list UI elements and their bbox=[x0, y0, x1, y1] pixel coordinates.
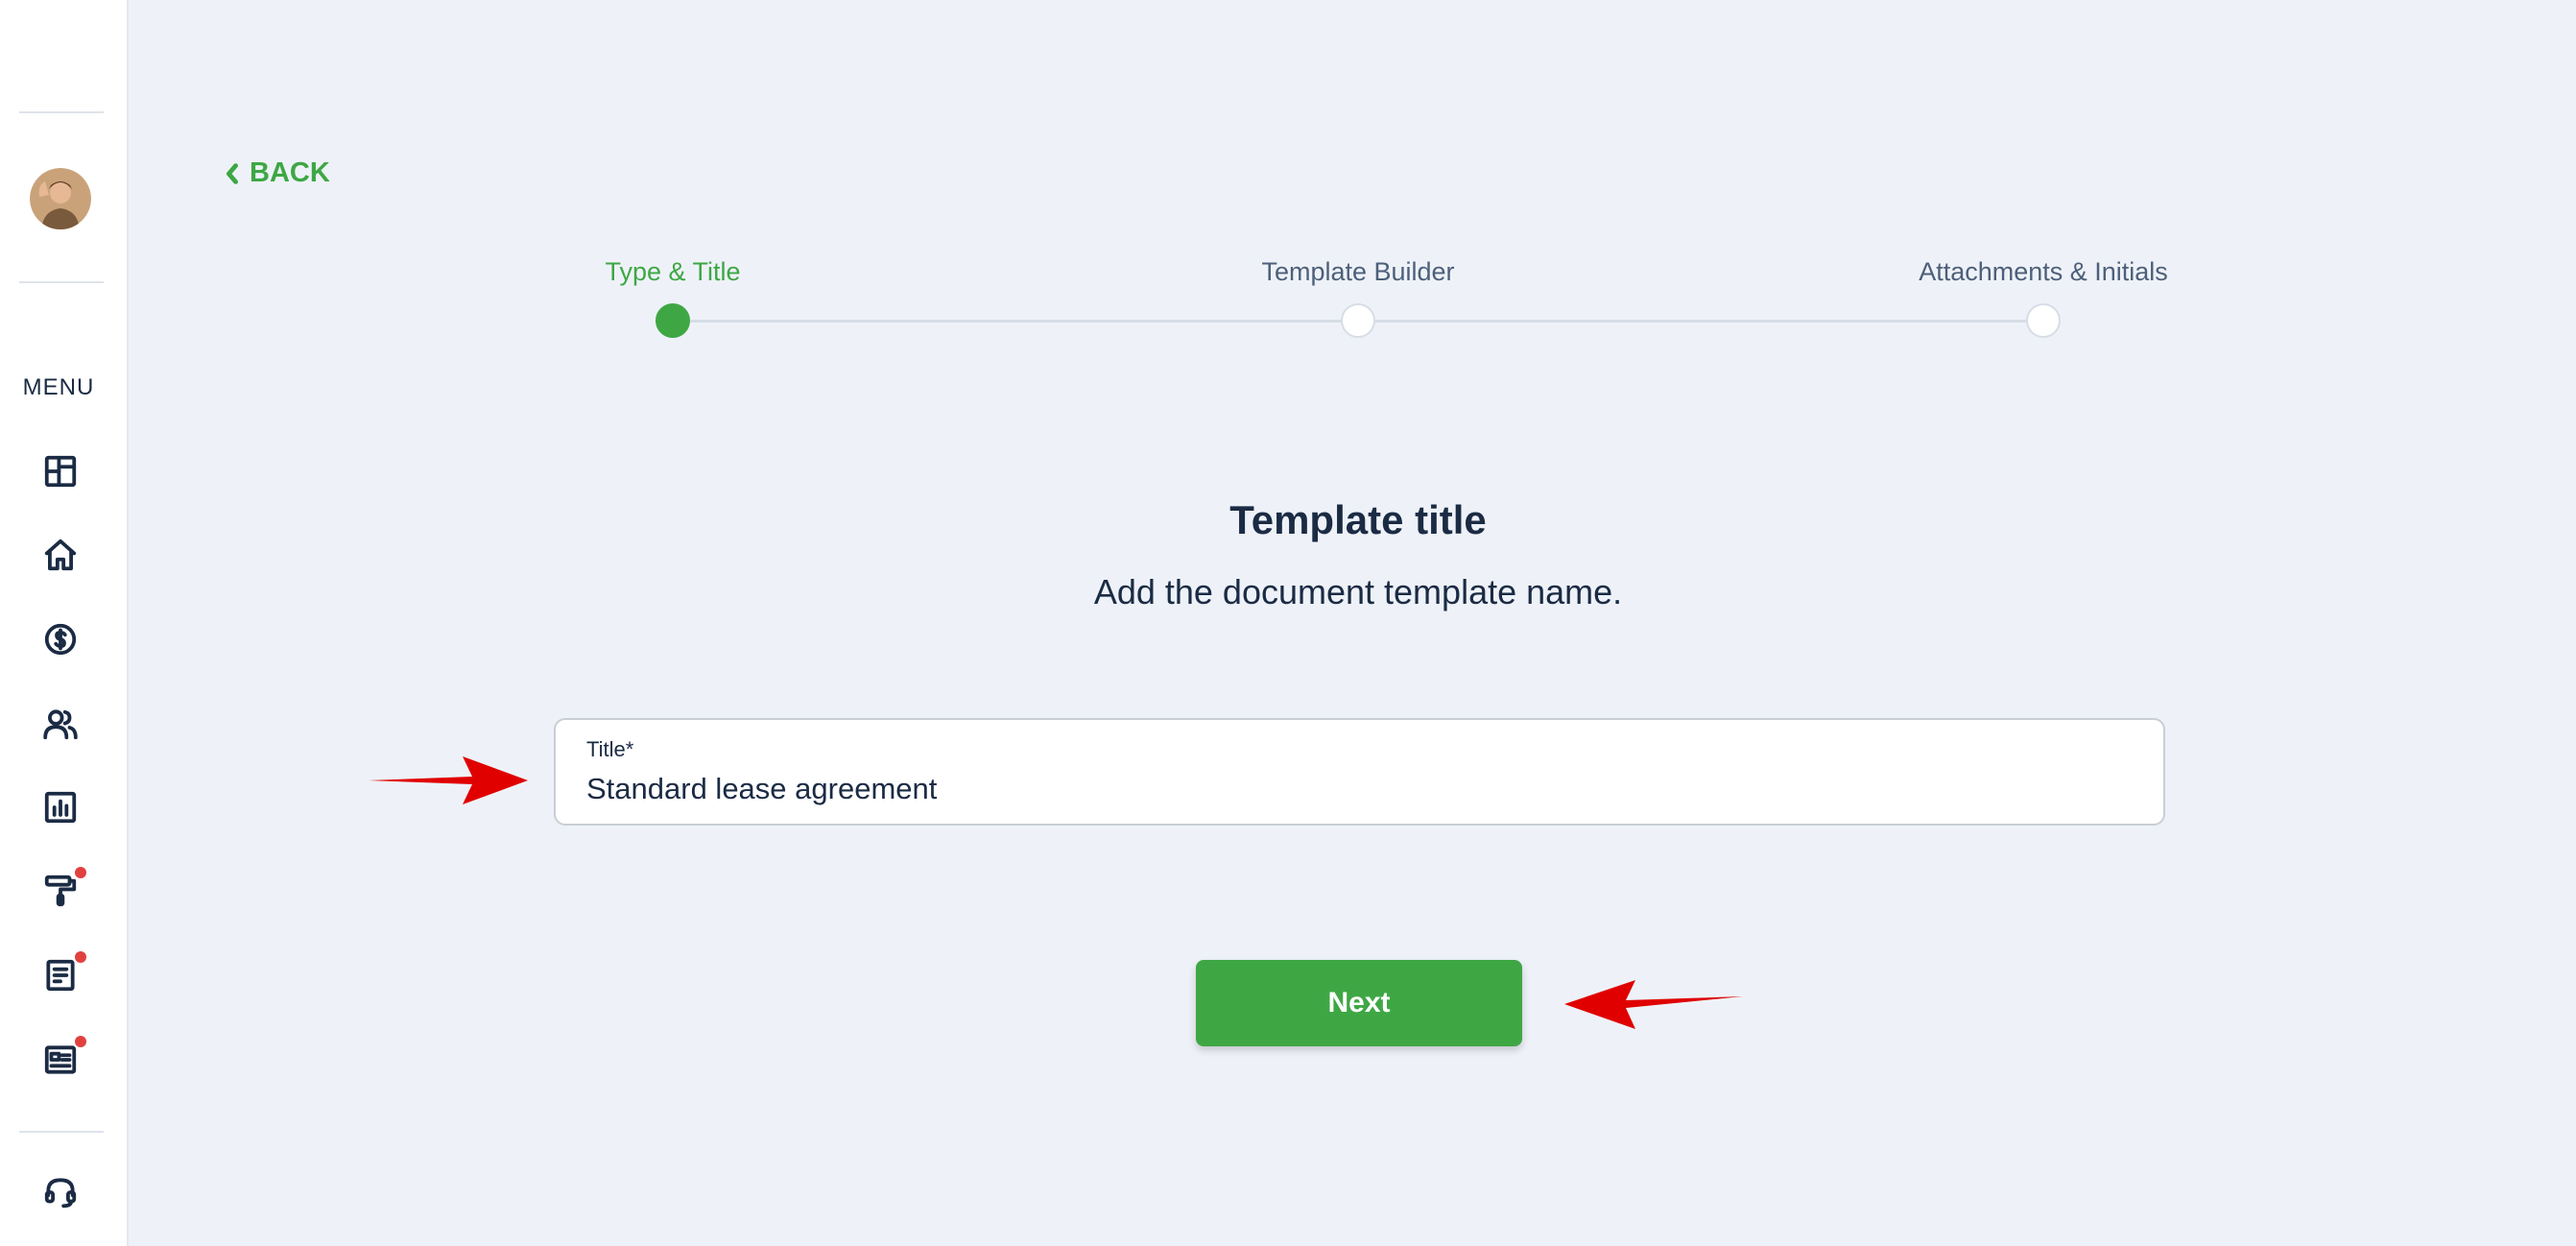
notification-badge bbox=[75, 867, 86, 878]
users-icon bbox=[43, 709, 78, 740]
step-indicator-attachments-initials bbox=[2026, 303, 2061, 338]
sidebar-item-support[interactable] bbox=[38, 1170, 83, 1214]
annotation-arrow-left-icon bbox=[1564, 980, 1743, 1029]
paint-roller-icon bbox=[44, 875, 77, 907]
back-link[interactable]: BACK bbox=[223, 157, 330, 189]
sidebar-item-reports[interactable] bbox=[38, 785, 83, 829]
step-indicator-template-builder bbox=[1341, 303, 1375, 338]
title-input[interactable] bbox=[586, 772, 2133, 806]
step-indicator-type-title bbox=[656, 303, 690, 338]
avatar[interactable] bbox=[30, 168, 91, 229]
sidebar-item-announcements[interactable] bbox=[38, 1036, 86, 1082]
dollar-icon bbox=[44, 623, 77, 656]
notification-badge bbox=[75, 951, 86, 963]
page-subtitle: Add the document template name. bbox=[1093, 572, 1623, 611]
step-label-template-builder: Template Builder bbox=[1261, 257, 1455, 286]
sidebar-item-maintenance[interactable] bbox=[38, 867, 86, 913]
sidebar-item-payments[interactable] bbox=[38, 617, 83, 661]
document-icon bbox=[46, 959, 75, 992]
menu-label: MENU bbox=[22, 374, 95, 400]
sidebar-divider bbox=[19, 281, 104, 283]
step-label-type-title: Type & Title bbox=[605, 257, 741, 286]
title-field-label: Title* bbox=[586, 737, 634, 761]
notification-badge bbox=[75, 1036, 86, 1047]
reports-icon bbox=[44, 791, 77, 824]
back-label: BACK bbox=[250, 157, 330, 188]
avatar-image bbox=[30, 168, 91, 229]
page-title: Template title bbox=[1229, 497, 1487, 542]
dashboard-icon bbox=[44, 455, 77, 488]
step-label-attachments-initials: Attachments & Initials bbox=[1919, 257, 2168, 286]
news-icon bbox=[44, 1045, 77, 1074]
sidebar: MENU bbox=[0, 0, 129, 1246]
sidebar-item-people[interactable] bbox=[38, 702, 83, 746]
next-button[interactable]: Next bbox=[1196, 960, 1522, 1046]
sidebar-item-dashboard[interactable] bbox=[38, 449, 83, 493]
headset-icon bbox=[44, 1178, 77, 1209]
sidebar-divider bbox=[19, 1131, 104, 1133]
chevron-left-icon bbox=[227, 162, 239, 184]
annotation-arrow-right-icon bbox=[369, 756, 528, 804]
title-field[interactable]: Title* bbox=[554, 718, 2165, 826]
sidebar-item-documents[interactable] bbox=[38, 951, 86, 997]
sidebar-divider bbox=[19, 111, 104, 113]
